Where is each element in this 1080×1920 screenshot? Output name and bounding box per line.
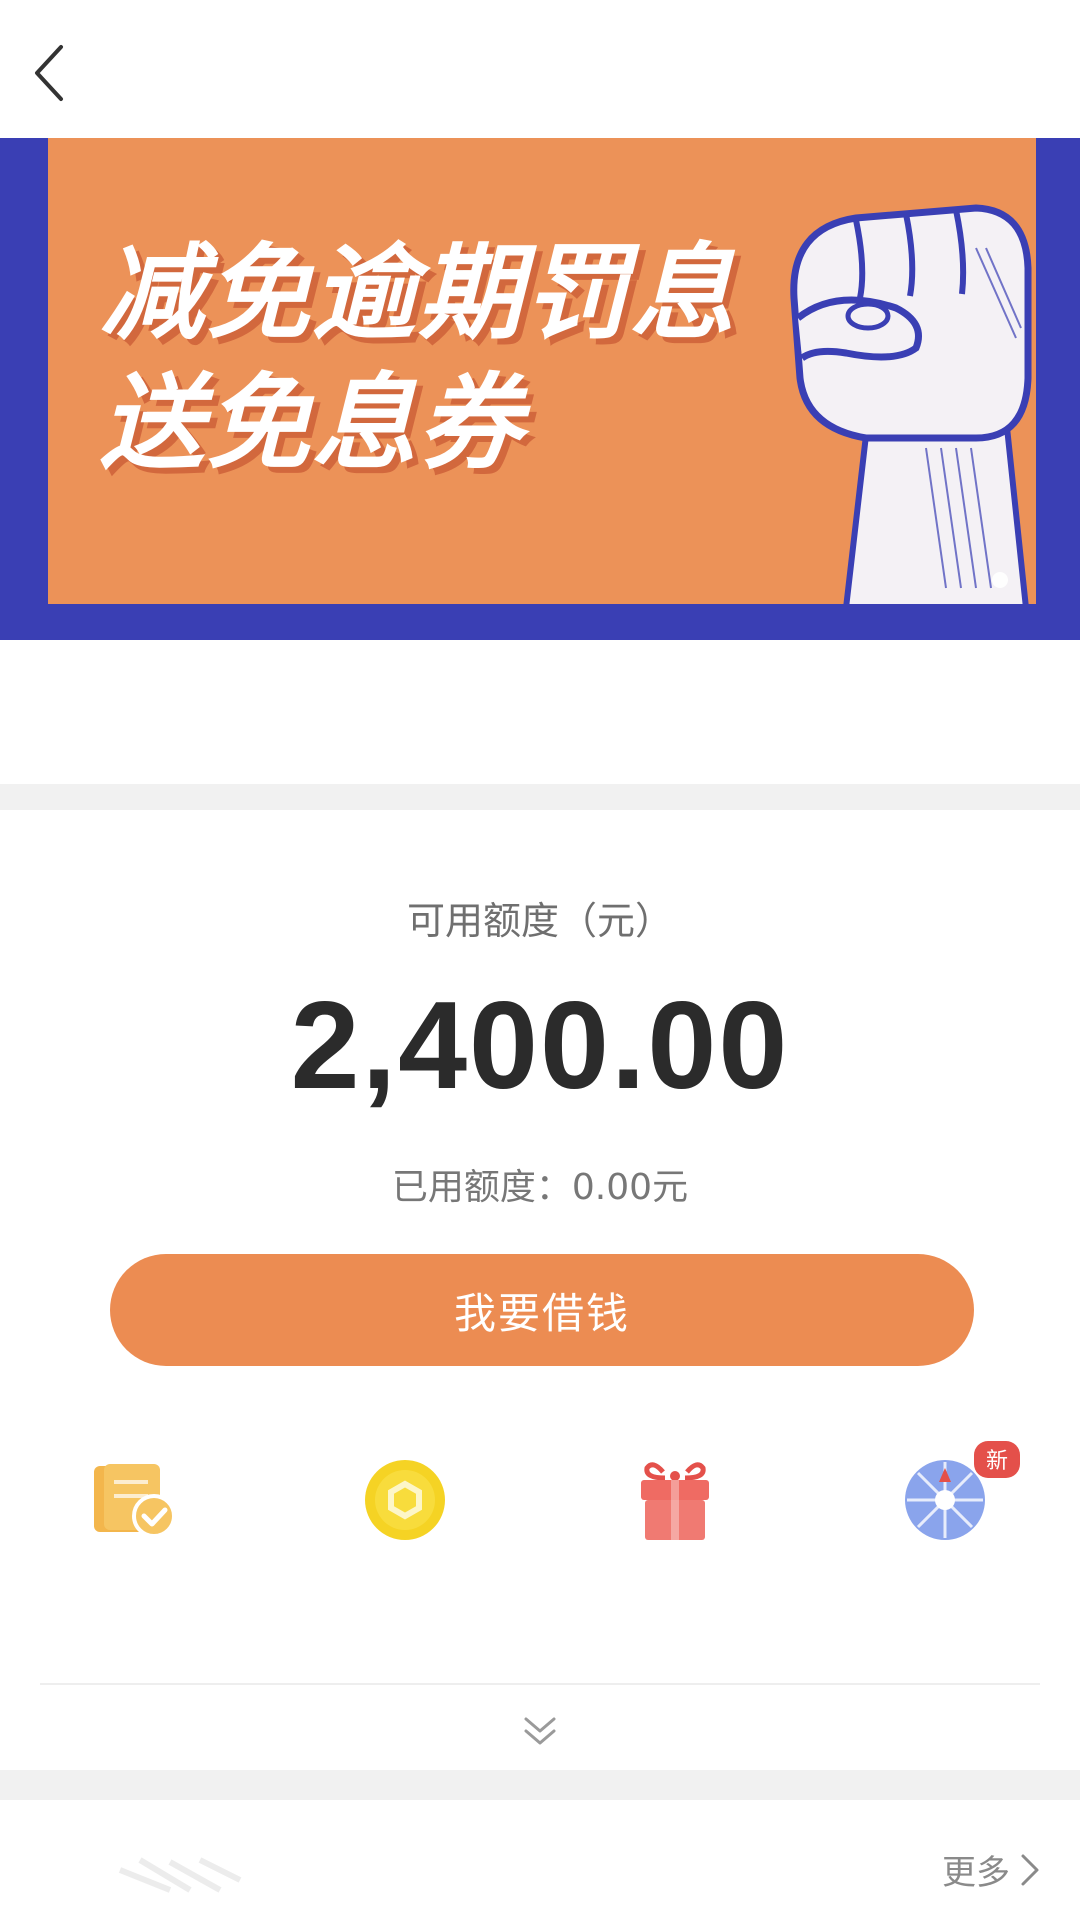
available-credit-amount: 2,400.00 bbox=[290, 977, 790, 1115]
promo-banner-image: 减免逾期罚息 送免息券 bbox=[48, 138, 1036, 604]
more-link[interactable]: 更多 bbox=[942, 1845, 1040, 1894]
double-chevron-down-icon bbox=[524, 1717, 556, 1745]
bill-check-icon bbox=[94, 1464, 176, 1538]
quick-action-bill[interactable] bbox=[90, 1455, 180, 1545]
banner-headline-line1: 减免逾期罚息 bbox=[100, 232, 737, 354]
used-credit-label: 已用额度：0.00元 bbox=[391, 1167, 689, 1208]
new-badge: 新 bbox=[973, 1441, 1020, 1478]
section-separator bbox=[0, 784, 1080, 810]
available-credit-label: 可用额度（元） bbox=[406, 899, 673, 943]
raised-fist-icon bbox=[790, 204, 1032, 604]
banner-headline: 减免逾期罚息 送免息券 bbox=[100, 228, 736, 488]
expand-button[interactable] bbox=[510, 1706, 570, 1756]
more-link-label: 更多 bbox=[942, 1853, 1010, 1893]
back-arrow-icon bbox=[35, 45, 63, 101]
lucky-wheel-icon bbox=[905, 1460, 985, 1540]
banner-headline-line2: 送免息券 bbox=[100, 362, 525, 484]
gift-icon bbox=[641, 1462, 709, 1540]
coin-icon bbox=[365, 1460, 445, 1540]
chevron-right-icon bbox=[1021, 1854, 1039, 1885]
divider bbox=[40, 1683, 1040, 1685]
back-button[interactable] bbox=[18, 38, 78, 108]
carousel-indicator bbox=[992, 572, 1008, 588]
quick-action-lucky-wheel[interactable]: 新 bbox=[900, 1441, 1020, 1545]
quick-action-coin[interactable] bbox=[360, 1455, 450, 1545]
quick-action-gift[interactable] bbox=[630, 1455, 720, 1545]
section-separator-2 bbox=[0, 1770, 1080, 1800]
promo-banner[interactable]: 减免逾期罚息 送免息券 bbox=[0, 138, 1080, 640]
borrow-button[interactable]: 我要借钱 bbox=[110, 1254, 974, 1366]
top-bar bbox=[0, 0, 1080, 140]
blurred-image bbox=[118, 1857, 242, 1893]
